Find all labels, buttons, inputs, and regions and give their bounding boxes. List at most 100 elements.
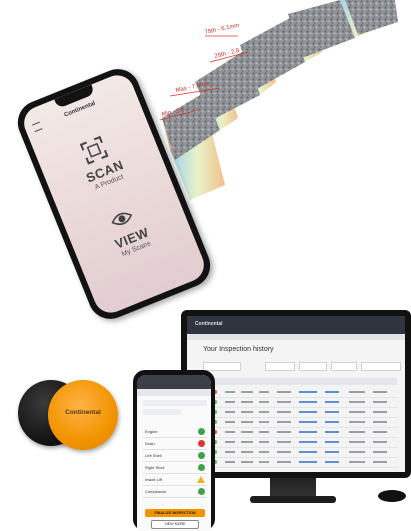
table-cell bbox=[277, 411, 291, 413]
table-cell bbox=[241, 421, 253, 423]
table-row[interactable] bbox=[203, 408, 397, 418]
table-cell bbox=[277, 461, 291, 463]
table-cell bbox=[259, 401, 269, 403]
inspection-item[interactable]: Left Shell bbox=[143, 451, 207, 462]
table-cell bbox=[349, 431, 365, 433]
table-row[interactable] bbox=[203, 398, 397, 408]
table-row[interactable] bbox=[203, 458, 397, 468]
table-cell bbox=[259, 461, 269, 463]
table-cell bbox=[277, 441, 291, 443]
inspection-item[interactable]: Engine bbox=[143, 427, 207, 438]
table-row[interactable] bbox=[203, 418, 397, 428]
table-cell bbox=[373, 421, 387, 423]
table-cell bbox=[259, 441, 269, 443]
table-cell bbox=[241, 431, 253, 433]
puck-brand-label: Continental bbox=[65, 409, 101, 416]
table-cell bbox=[277, 421, 291, 423]
table-link[interactable] bbox=[325, 461, 339, 463]
sensor-puck-orange: Continental bbox=[48, 380, 118, 450]
table-cell bbox=[259, 421, 269, 423]
table-cell bbox=[373, 411, 387, 413]
table-cell bbox=[225, 421, 235, 423]
phone-screen: Engine Drain Left Shell Right Shell Inside L… bbox=[137, 375, 211, 531]
table-header bbox=[203, 378, 397, 385]
header-brand: Continental bbox=[195, 321, 223, 327]
table-cell bbox=[277, 451, 291, 453]
table-link[interactable] bbox=[325, 441, 339, 443]
filter-dropdown[interactable] bbox=[265, 362, 295, 371]
check-icon bbox=[198, 464, 205, 471]
check-icon bbox=[198, 488, 205, 495]
table-cell bbox=[225, 401, 235, 403]
table-cell bbox=[259, 431, 269, 433]
page-title: Your Inspection history bbox=[203, 346, 274, 353]
inspection-item-label: Inside Lift bbox=[145, 477, 163, 482]
table-link[interactable] bbox=[325, 421, 339, 423]
table-cell bbox=[225, 461, 235, 463]
table-cell bbox=[349, 401, 365, 403]
inspection-item[interactable]: Inside Lift bbox=[143, 475, 207, 486]
table-cell bbox=[349, 391, 365, 393]
inspection-item[interactable]: Drain bbox=[143, 439, 207, 450]
info-field bbox=[143, 400, 207, 406]
table-cell bbox=[225, 431, 235, 433]
table-cell bbox=[373, 461, 387, 463]
table-cell bbox=[241, 401, 253, 403]
table-cell bbox=[373, 391, 387, 393]
table-cell bbox=[349, 461, 365, 463]
table-cell bbox=[277, 431, 291, 433]
filter-bar bbox=[203, 362, 401, 371]
table-link[interactable] bbox=[299, 401, 317, 403]
monitor-screen: Continental Your Inspection history bbox=[187, 316, 405, 472]
table-link[interactable] bbox=[299, 451, 317, 453]
table-cell bbox=[349, 441, 365, 443]
table-cell bbox=[225, 451, 235, 453]
table-link[interactable] bbox=[299, 411, 317, 413]
app-header-bar bbox=[137, 375, 211, 389]
table-link[interactable] bbox=[299, 431, 317, 433]
table-cell bbox=[373, 441, 387, 443]
table-link[interactable] bbox=[325, 401, 339, 403]
table-cell bbox=[349, 411, 365, 413]
table-row[interactable] bbox=[203, 438, 397, 448]
table-link[interactable] bbox=[325, 431, 339, 433]
desktop-monitor: Continental Your Inspection history bbox=[181, 310, 411, 478]
tab-bar[interactable] bbox=[137, 389, 211, 396]
app-header-bar: Continental bbox=[187, 316, 405, 334]
check-icon bbox=[198, 452, 205, 459]
table-cell bbox=[241, 441, 253, 443]
check-icon bbox=[198, 428, 205, 435]
table-link[interactable] bbox=[299, 441, 317, 443]
table-row[interactable] bbox=[203, 388, 397, 398]
filter-dropdown[interactable] bbox=[299, 362, 327, 371]
inspection-item[interactable]: Compliance bbox=[143, 487, 207, 498]
inspection-item-label: Compliance bbox=[145, 489, 167, 494]
view-more-button[interactable]: VIEW MORE bbox=[151, 520, 199, 529]
inspection-item-label: Left Shell bbox=[145, 453, 162, 458]
table-link[interactable] bbox=[299, 421, 317, 423]
annotation-label: 75th - 6.1mm bbox=[204, 23, 240, 36]
table-cell bbox=[373, 451, 387, 453]
table-cell bbox=[373, 431, 387, 433]
table-link[interactable] bbox=[325, 391, 339, 393]
table-cell bbox=[349, 451, 365, 453]
table-cell bbox=[373, 401, 387, 403]
table-row[interactable] bbox=[203, 428, 397, 438]
table-cell bbox=[241, 451, 253, 453]
inspection-item[interactable]: Right Shell bbox=[143, 463, 207, 474]
scan-icon[interactable] bbox=[79, 135, 110, 166]
table-link[interactable] bbox=[299, 391, 317, 393]
inspection-item-label: Right Shell bbox=[145, 465, 165, 470]
table-link[interactable] bbox=[299, 461, 317, 463]
table-row[interactable] bbox=[203, 448, 397, 458]
computer-mouse bbox=[378, 490, 406, 502]
finalize-inspection-button[interactable]: FINALIZE INSPECTION bbox=[145, 509, 205, 517]
search-input[interactable] bbox=[203, 362, 241, 371]
info-field bbox=[143, 409, 181, 415]
table-cell bbox=[241, 391, 253, 393]
table-link[interactable] bbox=[325, 451, 339, 453]
filter-dropdown[interactable] bbox=[331, 362, 357, 371]
export-button[interactable] bbox=[361, 362, 401, 371]
table-link[interactable] bbox=[325, 411, 339, 413]
fail-icon bbox=[198, 440, 205, 447]
